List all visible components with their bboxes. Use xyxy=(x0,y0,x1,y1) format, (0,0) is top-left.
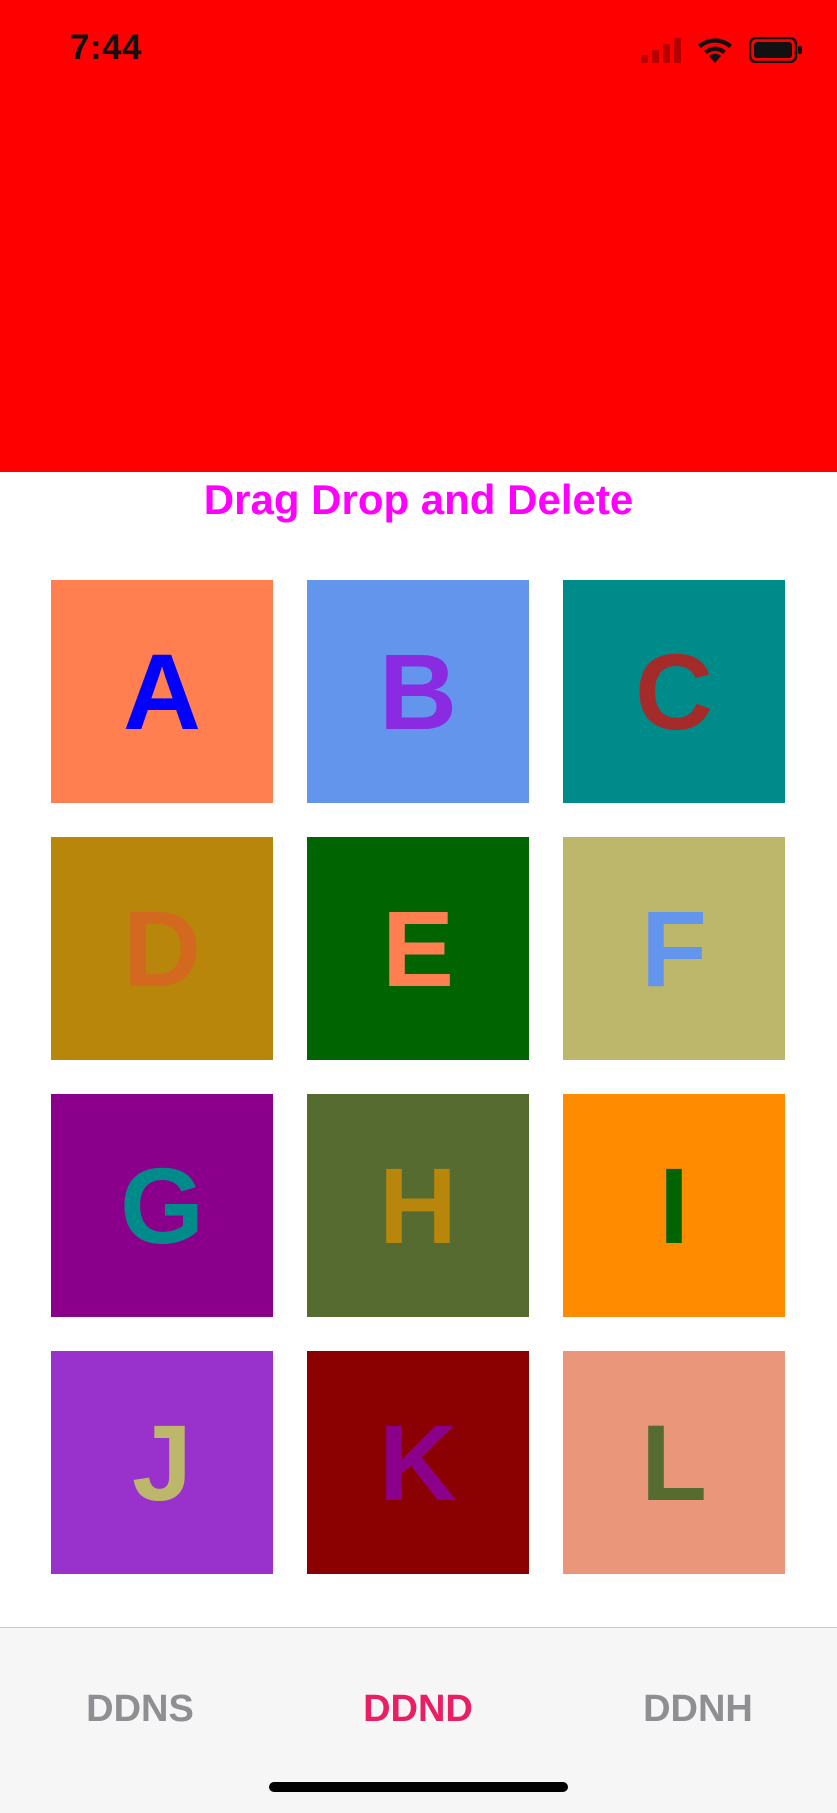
tile-letter: C xyxy=(635,630,713,752)
tile-h[interactable]: H xyxy=(307,1094,529,1317)
status-time: 7:44 xyxy=(70,28,143,67)
battery-icon xyxy=(749,37,802,63)
tile-letter: E xyxy=(381,887,455,1009)
tab-ddnh[interactable]: DDNH xyxy=(598,1688,798,1731)
tile-letter: G xyxy=(119,1144,204,1266)
tile-letter: F xyxy=(641,887,707,1009)
tile-letter: D xyxy=(123,887,201,1009)
tile-letter: I xyxy=(658,1144,689,1266)
status-icons xyxy=(641,36,803,64)
tile-d[interactable]: D xyxy=(51,837,273,1060)
tile-letter: H xyxy=(379,1144,457,1266)
header-banner: 7:44 xyxy=(0,0,837,472)
page-title: Drag Drop and Delete xyxy=(203,476,634,523)
tile-f[interactable]: F xyxy=(563,837,785,1060)
home-indicator xyxy=(269,1782,568,1792)
tile-e[interactable]: E xyxy=(307,837,529,1060)
tile-b[interactable]: B xyxy=(307,580,529,803)
tile-letter: J xyxy=(131,1401,193,1523)
tile-j[interactable]: J xyxy=(51,1351,273,1574)
tile-letter: B xyxy=(379,630,457,752)
tile-i[interactable]: I xyxy=(563,1094,785,1317)
tile-c[interactable]: C xyxy=(563,580,785,803)
wifi-icon xyxy=(698,38,732,63)
tab-ddns[interactable]: DDNS xyxy=(40,1688,240,1731)
tile-l[interactable]: L xyxy=(563,1351,785,1574)
tile-k[interactable]: K xyxy=(307,1351,529,1574)
tile-letter: L xyxy=(641,1401,707,1523)
tile-grid: A B C D E F G H I J K L xyxy=(51,580,787,1575)
tile-letter: A xyxy=(123,630,201,752)
tab-ddnd[interactable]: DDND xyxy=(318,1688,518,1731)
tile-a[interactable]: A xyxy=(51,580,273,803)
cellular-signal-icon xyxy=(641,38,681,63)
tile-g[interactable]: G xyxy=(51,1094,273,1317)
tile-letter: K xyxy=(379,1401,457,1523)
